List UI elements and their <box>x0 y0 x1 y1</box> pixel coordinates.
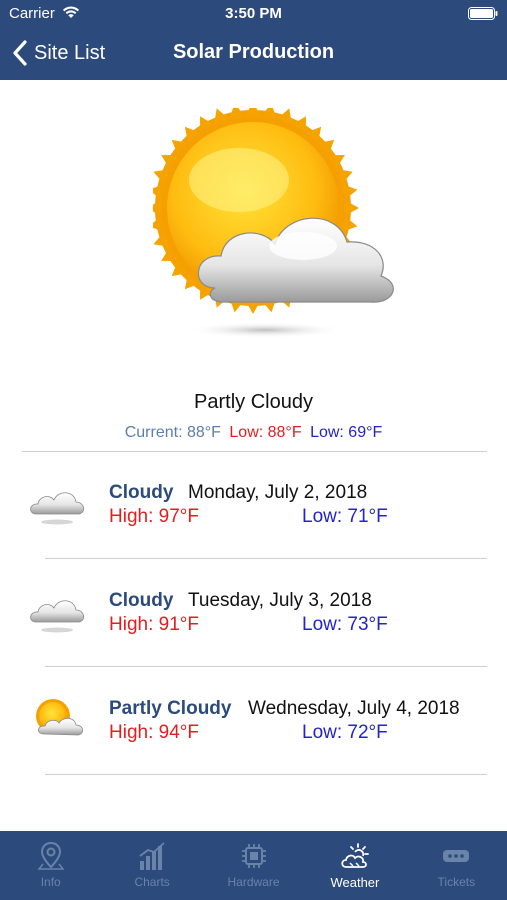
forecast-condition: Partly Cloudy <box>109 698 232 719</box>
current-low-red: Low: 88°F <box>229 424 302 441</box>
forecast-row[interactable]: Cloudy Tuesday, July 3, 2018 High: 91°F … <box>0 560 507 668</box>
current-temps: Current: 88°F Low: 88°F Low: 69°F <box>0 424 507 442</box>
divider <box>45 558 487 559</box>
forecast-condition: Cloudy <box>109 482 174 503</box>
tab-label: Tickets <box>437 875 476 889</box>
forecast-row[interactable]: Partly Cloudy Wednesday, July 4, 2018 Hi… <box>0 668 507 776</box>
cloudy-icon <box>30 600 85 633</box>
screen: Carrier 3:50 PM Site List Solar Producti… <box>0 0 507 900</box>
bar-chart-icon <box>139 842 165 870</box>
partly-cloudy-icon <box>36 699 84 736</box>
forecast-high: High: 94°F <box>109 722 199 743</box>
page-title: Solar Production <box>172 41 335 63</box>
map-pin-icon <box>37 841 65 870</box>
forecast-low: Low: 71°F <box>302 506 388 527</box>
ticket-icon <box>443 850 470 862</box>
tab-label: Charts <box>134 875 170 889</box>
tab-label: Info <box>40 875 61 889</box>
partly-cloudy-icon <box>153 108 394 338</box>
tab-charts[interactable]: Charts <box>101 831 202 900</box>
current-temp: Current: 88°F <box>124 424 221 441</box>
chevron-left-icon <box>13 40 27 66</box>
battery-icon <box>468 7 498 20</box>
tab-bar: Info Charts Hardware Weather Tickets <box>0 831 507 900</box>
forecast-date: Monday, July 2, 2018 <box>188 482 368 503</box>
forecast-high: High: 97°F <box>109 506 199 527</box>
current-low-blue: Low: 69°F <box>310 424 383 441</box>
tab-label: Hardware <box>227 875 280 889</box>
nav-bar: Site List Solar Production <box>0 28 507 80</box>
forecast-low: Low: 72°F <box>302 722 388 743</box>
chip-icon <box>241 844 266 868</box>
back-label: Site List <box>34 41 106 64</box>
divider <box>45 774 487 775</box>
status-bar: Carrier 3:50 PM <box>0 0 507 28</box>
forecast-low: Low: 73°F <box>302 614 388 635</box>
header: Carrier 3:50 PM Site List Solar Producti… <box>0 0 507 80</box>
forecast-date: Tuesday, July 3, 2018 <box>188 590 372 611</box>
back-button[interactable]: Site List <box>12 39 105 67</box>
forecast-high: High: 91°F <box>109 614 199 635</box>
tab-tickets[interactable]: Tickets <box>406 831 507 900</box>
cloud-sun-icon <box>341 843 369 868</box>
forecast-date: Wednesday, July 4, 2018 <box>248 698 460 719</box>
current-condition: Partly Cloudy <box>194 391 313 413</box>
tab-hardware[interactable]: Hardware <box>203 831 304 900</box>
divider <box>45 666 487 667</box>
cloudy-icon <box>30 492 85 525</box>
forecast-row[interactable]: Cloudy Monday, July 2, 2018 High: 97°F L… <box>0 452 507 560</box>
tab-weather[interactable]: Weather <box>304 831 405 900</box>
tab-label: Weather <box>330 875 380 890</box>
status-time: 3:50 PM <box>225 5 282 22</box>
forecast-condition: Cloudy <box>109 590 174 611</box>
tab-info[interactable]: Info <box>0 831 101 900</box>
